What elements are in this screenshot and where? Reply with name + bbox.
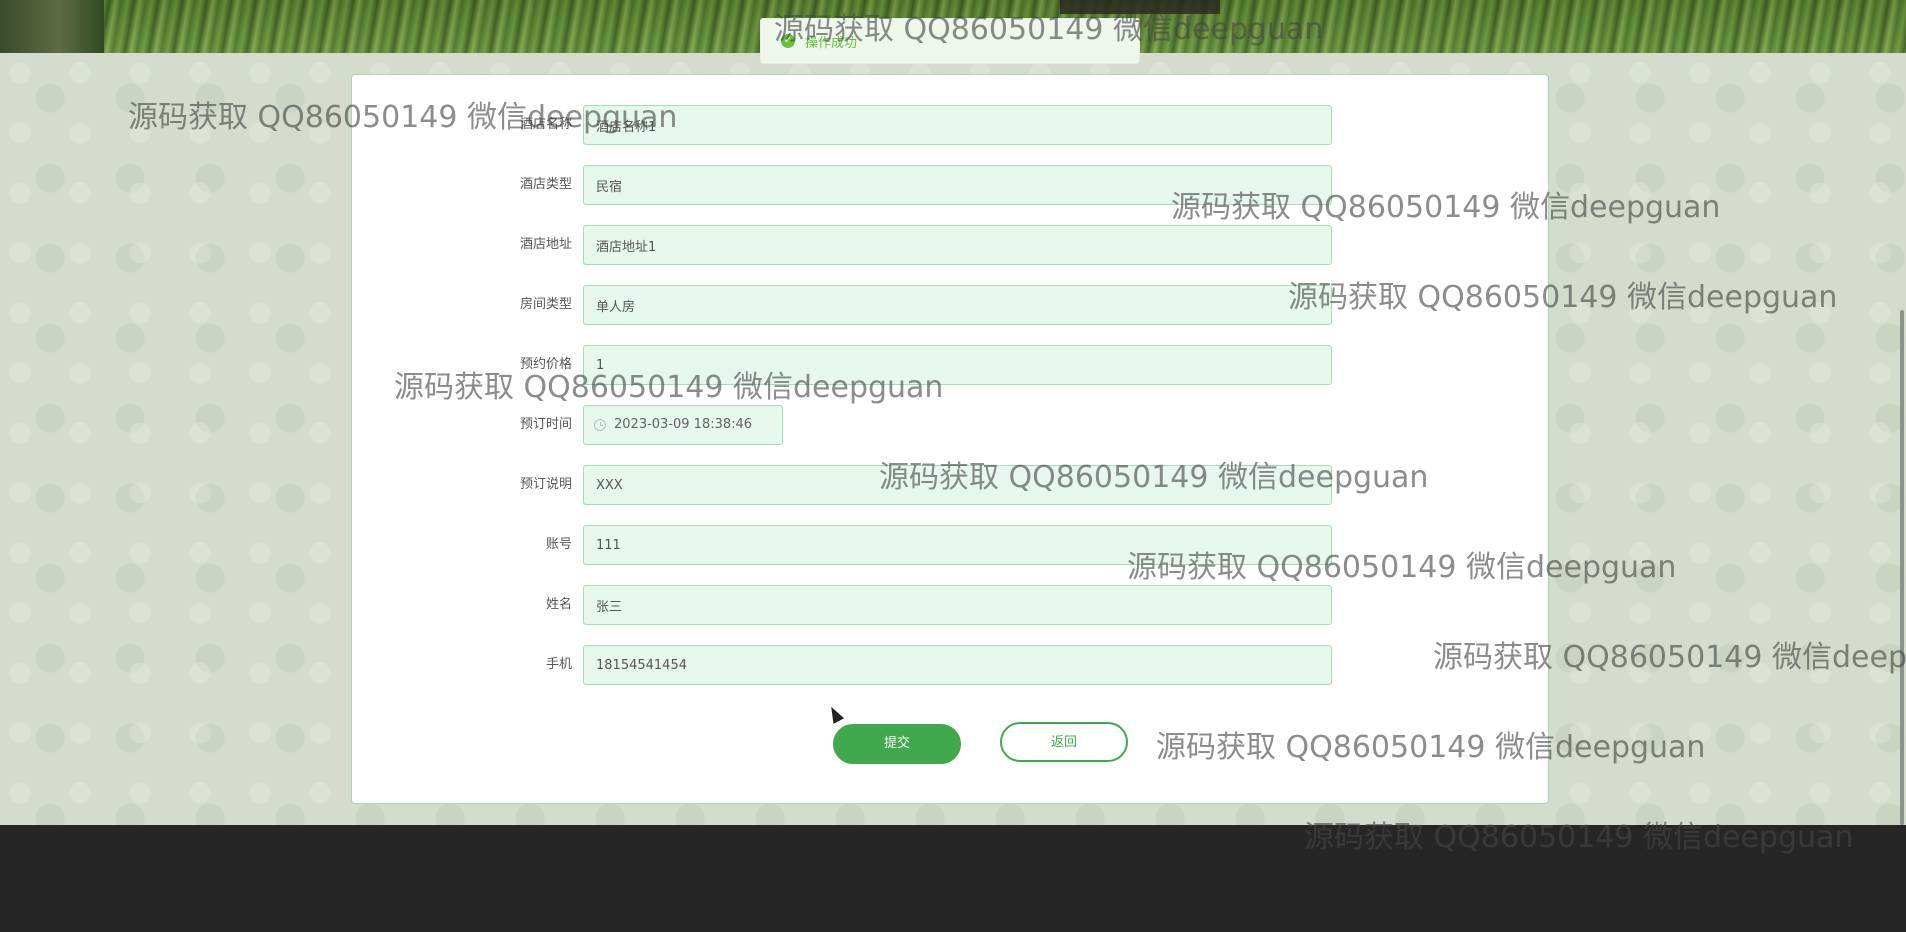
form-row-price: 预约价格: [352, 345, 1550, 385]
price-input[interactable]: [583, 345, 1332, 385]
clock-icon: [594, 419, 606, 431]
booking-note-input[interactable]: [583, 465, 1332, 505]
page-footer: [0, 825, 1906, 932]
hotel-address-input[interactable]: [583, 225, 1332, 265]
hotel-type-input[interactable]: [583, 165, 1332, 205]
toast-message: 操作成功: [805, 35, 858, 51]
booking-form-card: 酒店名称 酒店类型 酒店地址 房间类型 预约价格 预订时间 2023-03-09…: [351, 74, 1549, 804]
phone-label: 手机: [545, 657, 572, 672]
account-label: 账号: [545, 537, 572, 552]
booking-time-value: 2023-03-09 18:38:46: [614, 417, 753, 432]
account-input[interactable]: [583, 525, 1332, 565]
name-input[interactable]: [583, 585, 1332, 625]
room-type-label: 房间类型: [519, 297, 572, 312]
form-row-booking-note: 预订说明: [352, 465, 1550, 505]
booking-time-label: 预订时间: [519, 417, 572, 432]
name-label: 姓名: [545, 597, 572, 612]
submit-button[interactable]: 提交: [833, 724, 961, 764]
hotel-type-label: 酒店类型: [519, 177, 572, 192]
success-toast: ✓ 操作成功: [760, 18, 1140, 64]
form-row-account: 账号: [352, 525, 1550, 565]
price-label: 预约价格: [519, 357, 572, 372]
phone-input[interactable]: [583, 645, 1332, 685]
banner-photo-detail: [1060, 0, 1220, 14]
scrollbar[interactable]: [1900, 310, 1904, 825]
hotel-name-input[interactable]: [583, 105, 1332, 145]
form-row-phone: 手机: [352, 645, 1550, 685]
form-row-room-type: 房间类型: [352, 285, 1550, 325]
booking-note-label: 预订说明: [519, 477, 572, 492]
form-row-booking-time: 预订时间 2023-03-09 18:38:46: [352, 405, 1550, 445]
hotel-name-label: 酒店名称: [519, 117, 572, 132]
form-row-name: 姓名: [352, 585, 1550, 625]
back-button[interactable]: 返回: [1000, 722, 1128, 762]
form-row-hotel-type: 酒店类型: [352, 165, 1550, 205]
check-circle-icon: ✓: [781, 34, 795, 48]
booking-time-picker[interactable]: 2023-03-09 18:38:46: [583, 405, 783, 445]
hotel-address-label: 酒店地址: [519, 237, 572, 252]
room-type-input[interactable]: [583, 285, 1332, 325]
form-row-hotel-name: 酒店名称: [352, 105, 1550, 145]
form-row-hotel-address: 酒店地址: [352, 225, 1550, 265]
